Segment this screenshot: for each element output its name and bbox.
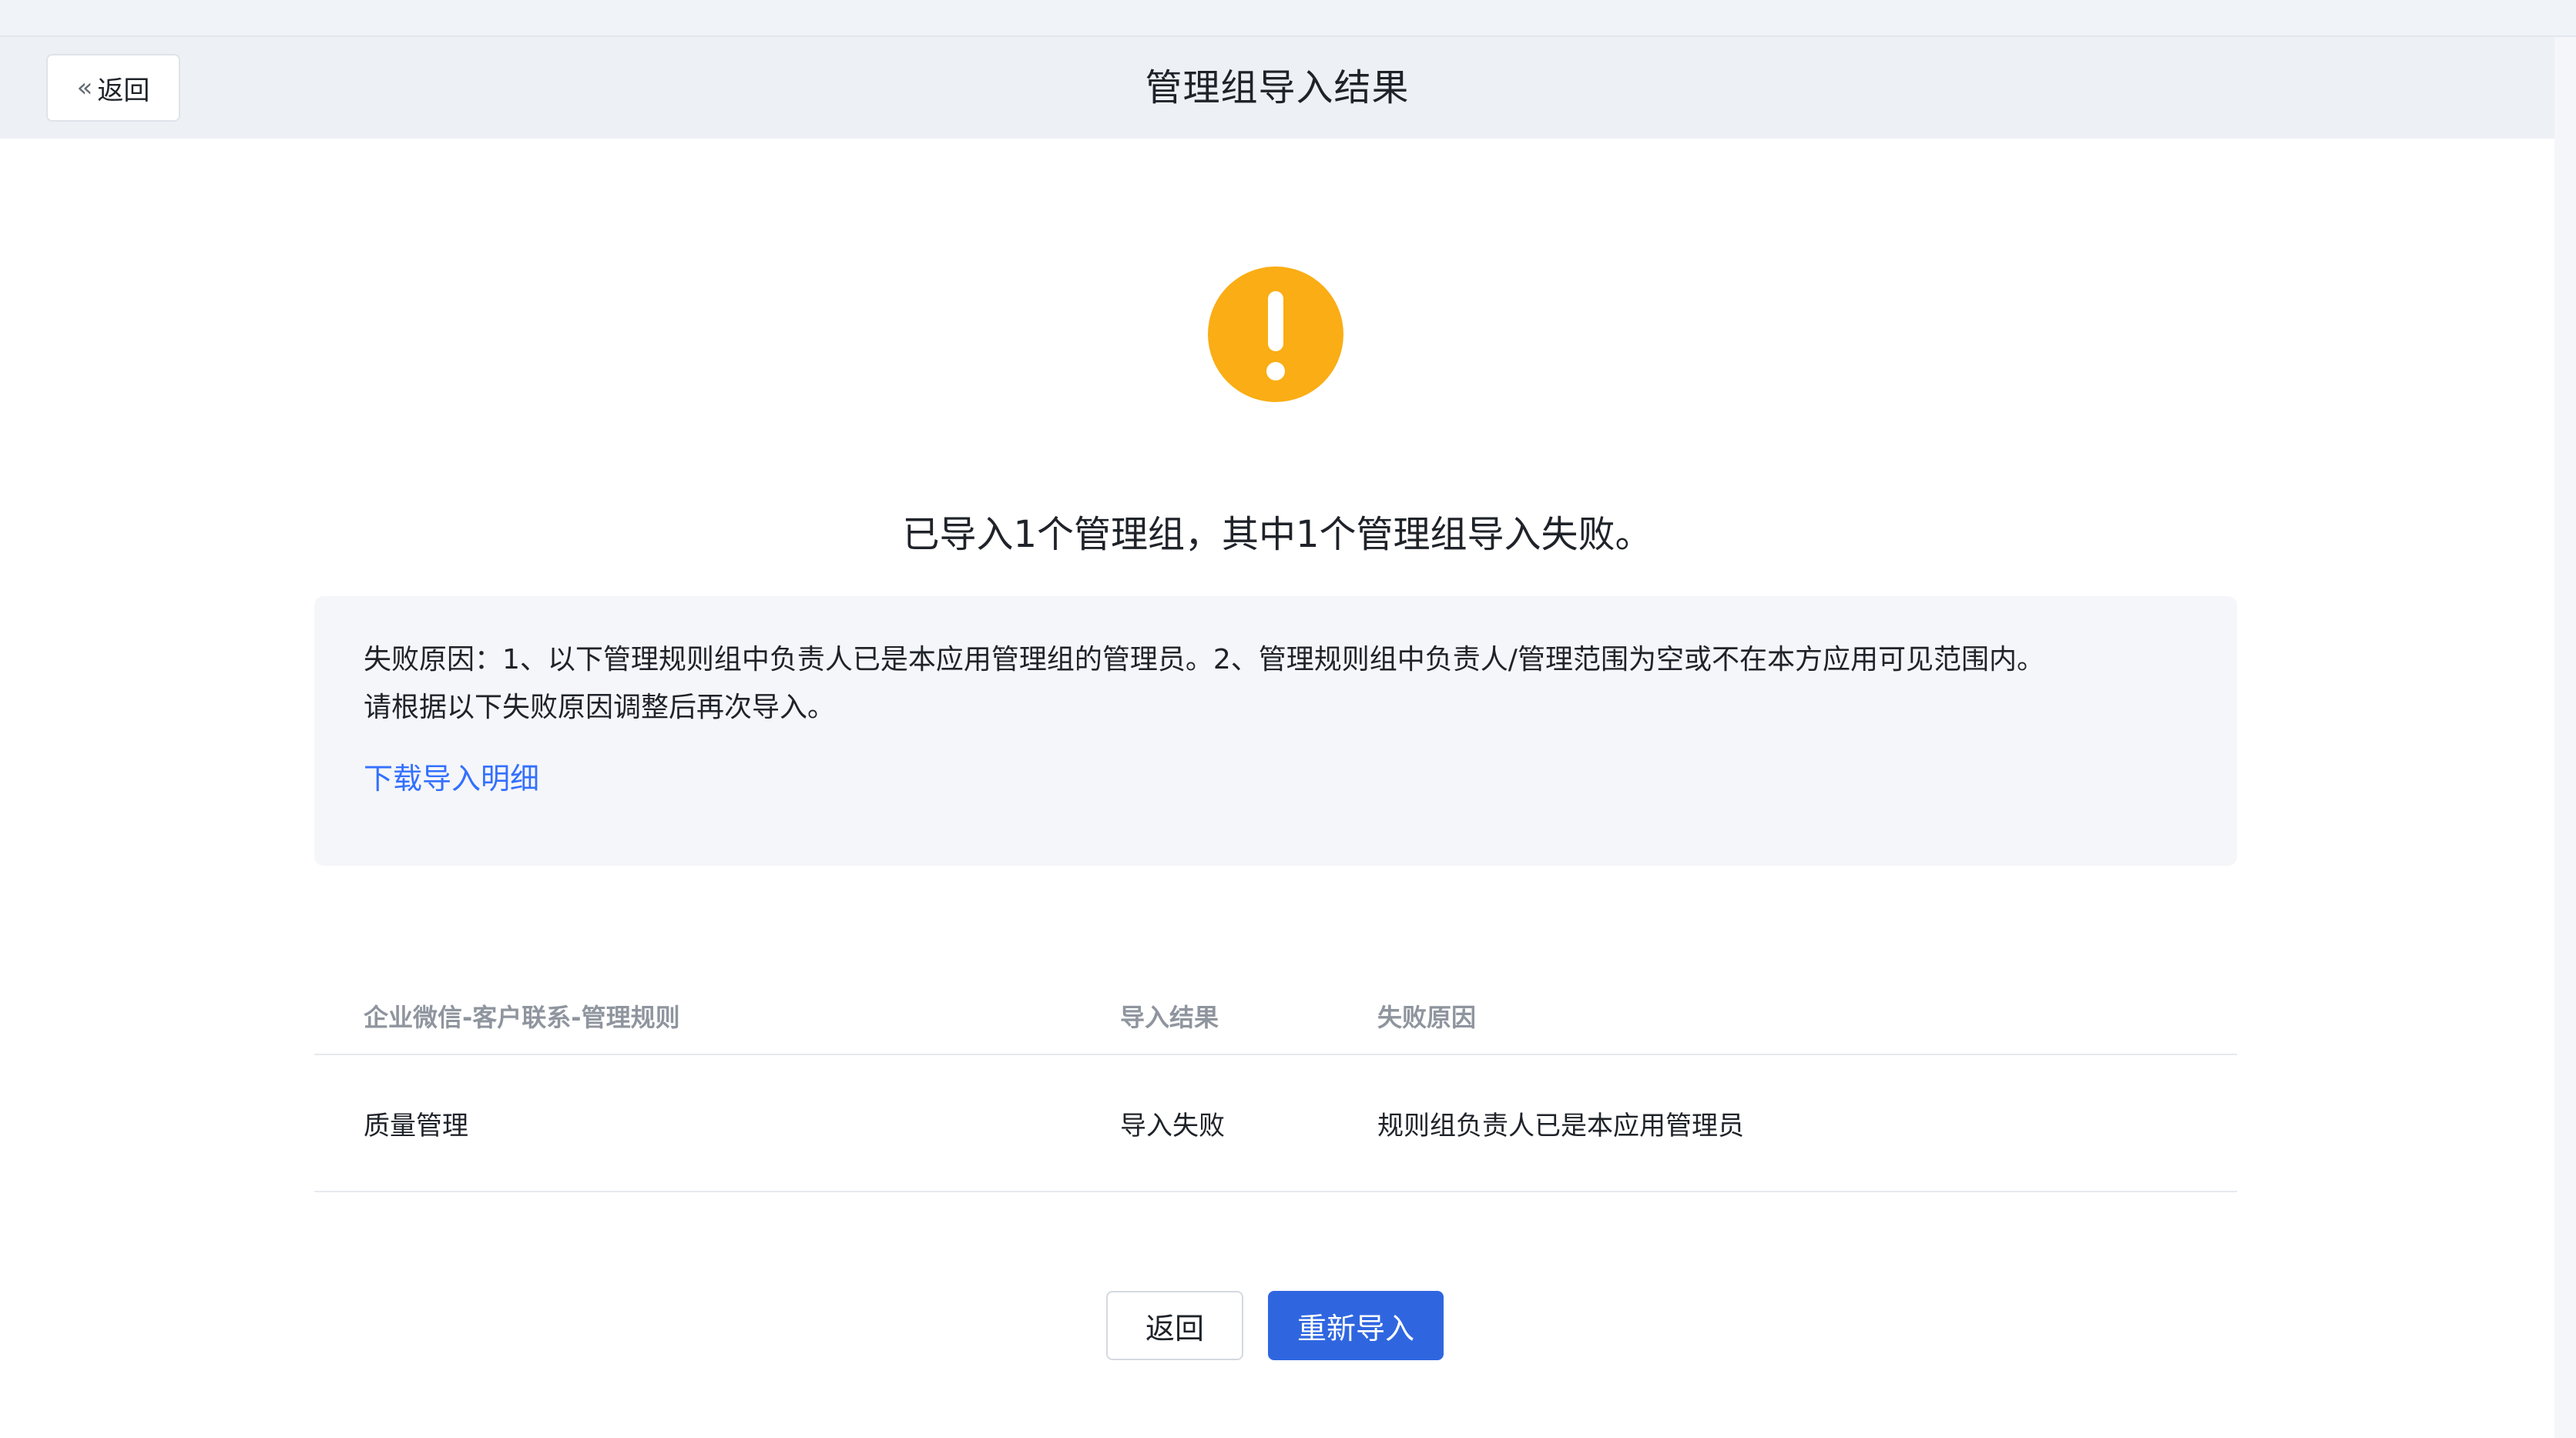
import-summary: 已导入1个管理组，其中1个管理组导入失败。 xyxy=(902,513,1652,556)
column-header-reason: 失败原因 xyxy=(1377,1003,1477,1032)
table-row: 质量管理 导入失败 规则组负责人已是本应用管理员 xyxy=(314,1055,2237,1192)
failure-reason-line-2: 请根据以下失败原因调整后再次导入。 xyxy=(364,692,836,723)
top-strip xyxy=(0,0,2576,37)
result-table: 企业微信-客户联系-管理规则 导入结果 失败原因 质量管理 导入失败 规则组负责… xyxy=(314,978,2237,1192)
right-edge-strip xyxy=(2554,37,2576,1438)
result-page: 管理组导入结果 « 返回 已导入1个管理组，其中1个管理组导入失败。 失败原因：… xyxy=(0,37,2554,1438)
reimport-button[interactable]: 重新导入 xyxy=(1268,1291,1444,1360)
column-header-result: 导入结果 xyxy=(1120,1003,1219,1032)
double-chevron-left-icon: « xyxy=(76,72,93,103)
page-title: 管理组导入结果 xyxy=(1145,66,1410,109)
failure-reason-line-1: 失败原因：1、以下管理规则组中负责人已是本应用管理组的管理员。2、管理规则组中负… xyxy=(364,644,2044,675)
back-button[interactable]: 返回 xyxy=(1106,1291,1243,1360)
page-header: 管理组导入结果 « 返回 xyxy=(0,37,2554,139)
cell-rule-name: 质量管理 xyxy=(364,1110,468,1141)
header-back-button[interactable]: « 返回 xyxy=(46,54,180,122)
download-details-link[interactable]: 下载导入明细 xyxy=(364,755,539,797)
header-back-label: 返回 xyxy=(97,75,150,106)
cell-failure-reason: 规则组负责人已是本应用管理员 xyxy=(1377,1110,1744,1141)
failure-reason-box: 失败原因：1、以下管理规则组中负责人已是本应用管理组的管理员。2、管理规则组中负… xyxy=(314,596,2237,866)
table-header: 企业微信-客户联系-管理规则 导入结果 失败原因 xyxy=(314,978,2237,1055)
warning-icon xyxy=(1208,266,1343,402)
column-header-rule: 企业微信-客户联系-管理规则 xyxy=(364,1003,680,1032)
cell-import-result: 导入失败 xyxy=(1120,1110,1225,1141)
